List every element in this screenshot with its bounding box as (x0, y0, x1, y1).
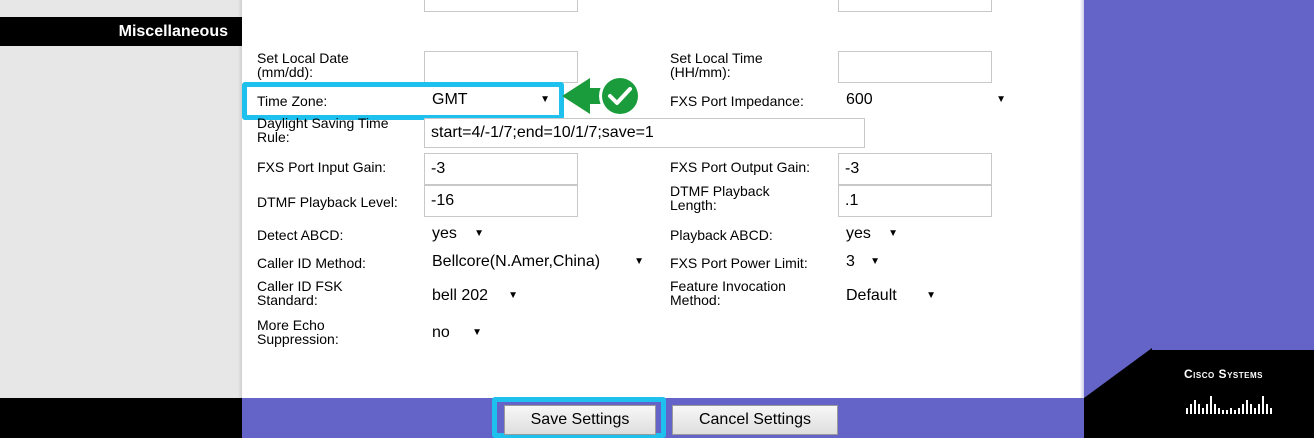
playback-abcd-label: Playback ABCD: (670, 227, 773, 243)
top-input-left[interactable] (424, 0, 578, 12)
caller-id-method-select[interactable]: Bellcore(N.Amer,China) ▼ (424, 250, 650, 274)
left-sidebar (0, 0, 242, 398)
echo-suppression-select[interactable]: no ▼ (424, 321, 488, 345)
fxs-power-limit-value: 3 (846, 253, 855, 270)
set-local-time-field[interactable] (838, 51, 992, 83)
caller-id-method-label: Caller ID Method: (257, 255, 366, 271)
dtmf-playback-level-label: DTMF Playback Level: (257, 194, 398, 210)
fxs-input-gain-field[interactable]: -3 (424, 153, 578, 185)
dtmf-playback-level-field[interactable]: -16 (424, 185, 578, 217)
chevron-down-icon: ▼ (474, 228, 484, 239)
fxs-input-gain-label: FXS Port Input Gain: (257, 159, 387, 175)
feature-invocation-value: Default (846, 287, 897, 304)
save-settings-button[interactable]: Save Settings (504, 405, 656, 435)
fxs-power-limit-select[interactable]: 3 ▼ (838, 250, 886, 274)
footer-right (1084, 398, 1152, 438)
footer-left (0, 398, 242, 438)
caller-id-fsk-value: bell 202 (432, 287, 489, 304)
sidebar-edge (238, 0, 242, 398)
feature-invocation-label: Feature Invocation Method: (670, 278, 786, 308)
section-title-miscellaneous: Miscellaneous (0, 17, 242, 46)
chevron-down-icon: ▼ (996, 94, 1006, 105)
dtmf-playback-length-field[interactable]: .1 (838, 185, 992, 217)
caller-id-fsk-select[interactable]: bell 202 ▼ (424, 284, 524, 308)
detect-abcd-label: Detect ABCD: (257, 227, 344, 243)
echo-suppression-label: More Echo Suppression: (257, 317, 339, 347)
fxs-output-gain-field[interactable]: -3 (838, 153, 992, 185)
playback-abcd-select[interactable]: yes ▼ (838, 222, 904, 246)
chevron-down-icon: ▼ (634, 256, 644, 267)
chevron-down-icon: ▼ (472, 327, 482, 338)
playback-abcd-value: yes (846, 225, 871, 242)
fxs-power-limit-label: FXS Port Power Limit: (670, 255, 808, 271)
check-circle-icon (562, 75, 641, 117)
daylight-saving-label: Daylight Saving Time Rule: (257, 115, 389, 145)
caller-id-fsk-label: Caller ID FSK Standard: (257, 278, 343, 308)
echo-suppression-value: no (432, 324, 450, 341)
set-local-time-label: Set Local Time (HH/mm): (670, 50, 763, 80)
chevron-down-icon: ▼ (508, 290, 518, 301)
fxs-port-impedance-label: FXS Port Impedance: (670, 93, 804, 109)
chevron-down-icon: ▼ (888, 228, 898, 239)
detect-abcd-select[interactable]: yes ▼ (424, 222, 490, 246)
cancel-settings-button[interactable]: Cancel Settings (672, 405, 838, 435)
caller-id-method-value: Bellcore(N.Amer,China) (432, 253, 601, 270)
daylight-saving-rule-field[interactable]: start=4/-1/7;end=10/1/7;save=1 (424, 118, 865, 148)
cisco-logo-text: Cisco Systems (1184, 367, 1263, 381)
detect-abcd-value: yes (432, 225, 457, 242)
right-panel (1084, 0, 1314, 398)
feature-invocation-select[interactable]: Default ▼ (838, 284, 942, 308)
fxs-port-impedance-value: 600 (846, 91, 873, 108)
top-input-right[interactable] (838, 0, 992, 12)
set-local-date-label: Set Local Date (mm/dd): (257, 50, 349, 80)
fxs-output-gain-label: FXS Port Output Gain: (670, 159, 811, 175)
chevron-down-icon: ▼ (926, 290, 936, 301)
dtmf-playback-length-label: DTMF Playback Length: (670, 183, 770, 213)
set-local-date-field[interactable] (424, 51, 578, 83)
chevron-down-icon: ▼ (870, 256, 880, 267)
fxs-port-impedance-select[interactable]: 600 ▼ (838, 88, 1012, 112)
cisco-logo-icon (1186, 396, 1272, 414)
corner-decoration (1084, 348, 1152, 398)
